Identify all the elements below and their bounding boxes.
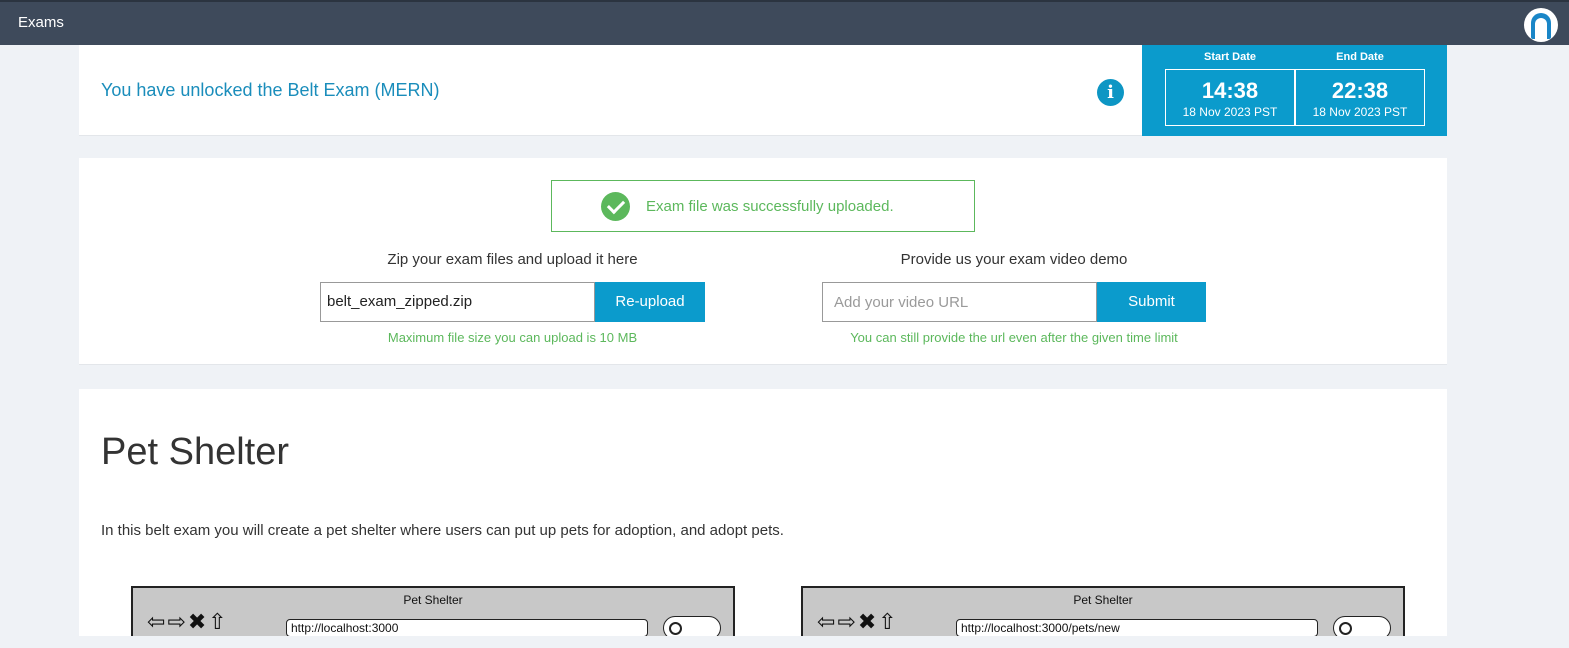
reupload-button[interactable]: Re-upload [595,282,705,322]
user-avatar-icon[interactable] [1524,8,1558,42]
exam-content-card: Pet Shelter In this belt exam you will c… [79,389,1447,648]
start-date-box: Start Date 14:38 18 Nov 2023 PST [1165,45,1295,136]
start-date-frame: 14:38 18 Nov 2023 PST [1165,69,1295,126]
start-date-label: Start Date [1204,51,1256,63]
info-icon[interactable]: i [1097,79,1124,106]
browser-nav-icons: ⇦⇨✖⇧ [147,610,229,635]
check-circle-icon [601,192,630,221]
exam-description: In this belt exam you will create a pet … [101,522,784,539]
video-demo-label: Provide us your exam video demo [900,251,1128,268]
top-navbar: Exams [0,0,1569,45]
success-alert: Exam file was successfully uploaded. [551,180,975,232]
end-day: 18 Nov 2023 PST [1312,105,1408,119]
submit-button[interactable]: Submit [1097,282,1206,322]
exam-title: Pet Shelter [101,431,289,473]
zip-file-field[interactable]: belt_exam_zipped.zip [320,282,595,322]
unlock-message: You have unlocked the Belt Exam (MERN) [101,80,440,100]
wireframe-address-bar: http://localhost:3000 [286,619,648,637]
exam-dates-panel: Start Date 14:38 18 Nov 2023 PST End Dat… [1142,45,1447,136]
browser-nav-icons: ⇦⇨✖⇧ [817,610,899,635]
wireframe-title: Pet Shelter [403,593,463,607]
page-title[interactable]: Exams [18,14,64,31]
video-url-input[interactable] [822,282,1097,322]
wireframe-title: Pet Shelter [1073,593,1133,607]
success-message: Exam file was successfully uploaded. [646,198,894,215]
video-url-hint: You can still provide the url even after… [850,330,1178,345]
upload-card: Exam file was successfully uploaded. Zip… [79,158,1447,365]
end-date-frame: 22:38 18 Nov 2023 PST [1295,69,1425,126]
wireframe-address-bar: http://localhost:3000/pets/new [956,619,1318,637]
start-day: 18 Nov 2023 PST [1182,105,1278,119]
avatar-face-shape [1535,18,1547,40]
end-time: 22:38 [1331,78,1389,103]
file-size-hint: Maximum file size you can upload is 10 M… [387,330,638,345]
exam-header-card: You have unlocked the Belt Exam (MERN) i… [79,45,1447,136]
start-time: 14:38 [1201,78,1259,103]
page-bottom-edge [0,636,1569,648]
end-date-label: End Date [1336,51,1384,63]
end-date-box: End Date 22:38 18 Nov 2023 PST [1295,45,1425,136]
zip-upload-label: Zip your exam files and upload it here [387,251,638,268]
